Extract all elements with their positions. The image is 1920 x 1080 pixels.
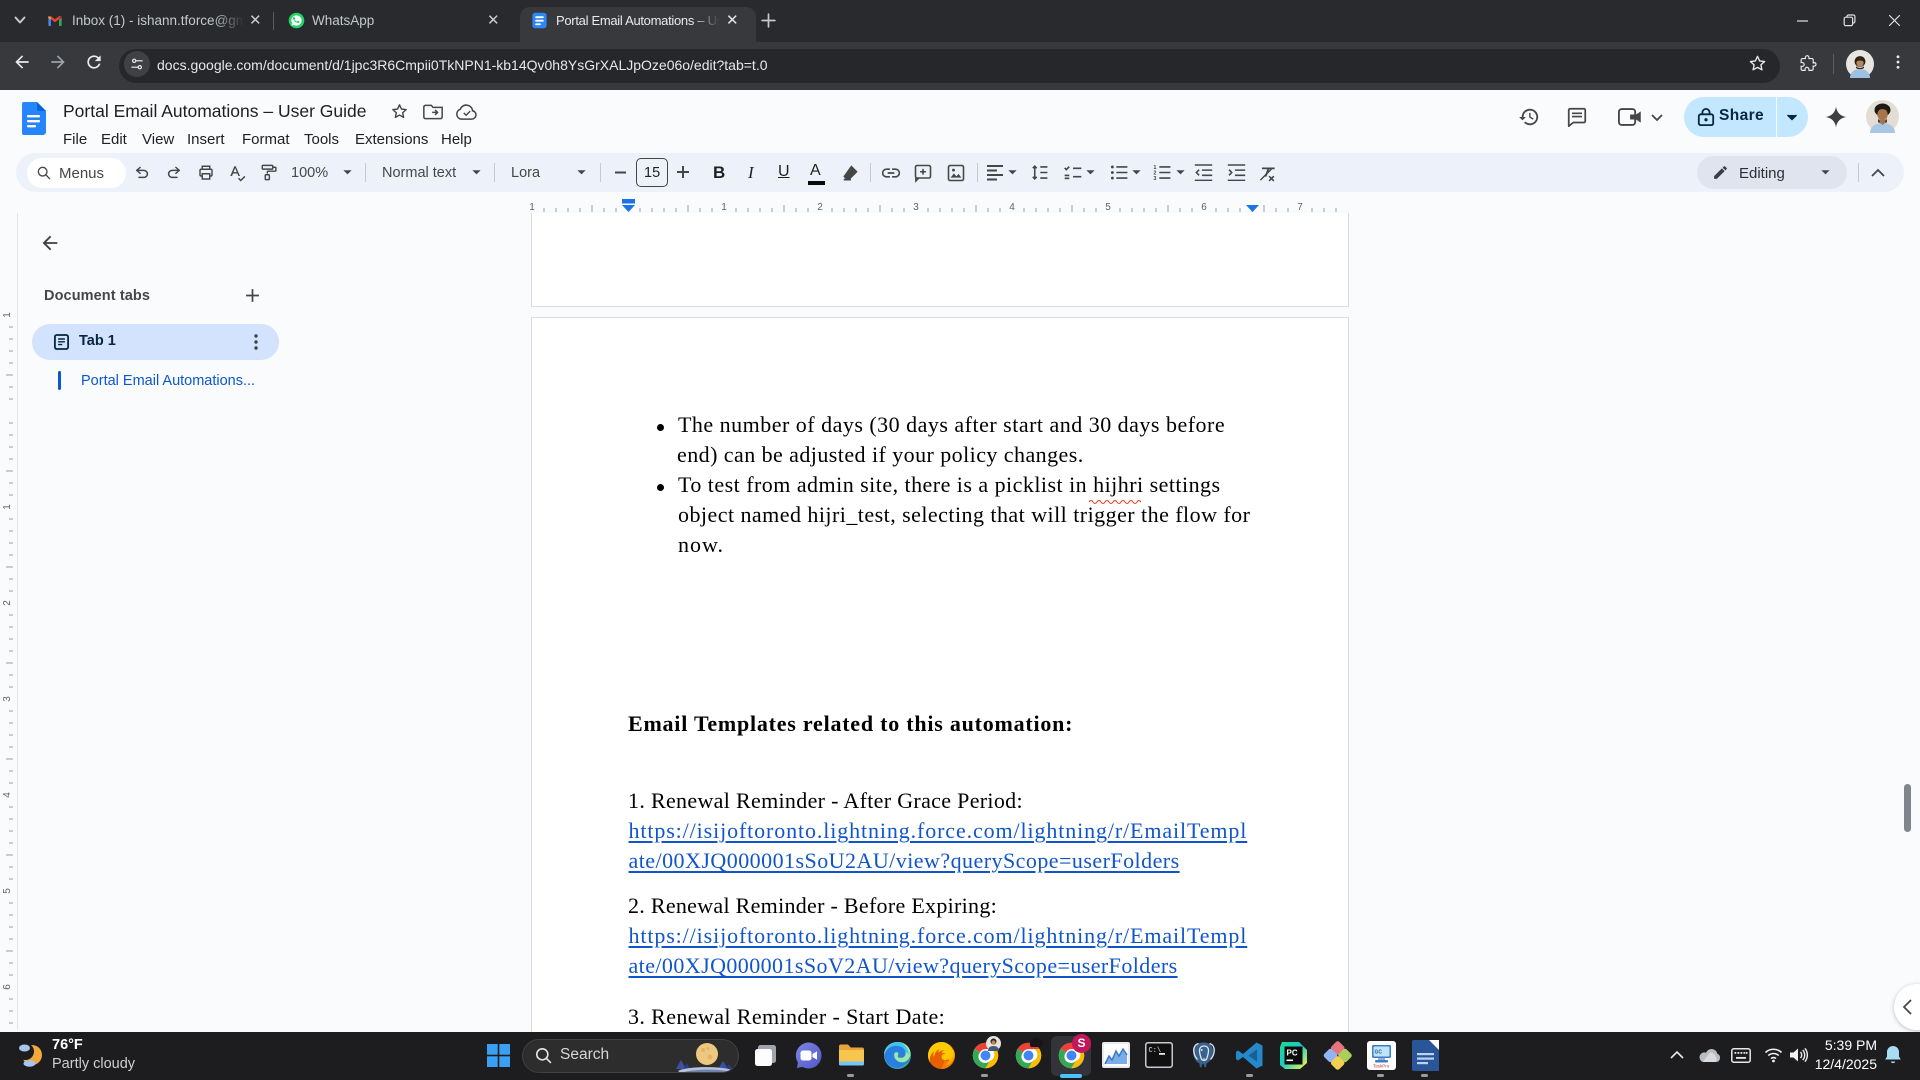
svg-text:4: 4 [2,792,13,798]
svg-text:PC: PC [1287,1049,1298,1058]
svg-text:6: 6 [2,984,13,990]
svg-text:3: 3 [1153,176,1156,181]
svg-text:6: 6 [1201,202,1207,213]
svg-text:1: 1 [721,202,727,213]
svg-text:3: 3 [913,202,919,213]
svg-text:5: 5 [1105,202,1111,213]
svg-text:7: 7 [1297,202,1303,213]
svg-text:1: 1 [2,312,13,318]
svg-text:5: 5 [2,888,13,894]
svg-text:TaskPro: TaskPro [1373,1064,1390,1069]
svg-text:2: 2 [2,600,13,606]
svg-text:3: 3 [2,696,13,702]
svg-text:4: 4 [1009,202,1015,213]
svg-text:2: 2 [817,202,823,213]
svg-text:GC: GC [1375,1050,1383,1056]
svg-text:1: 1 [2,504,13,510]
svg-text:1: 1 [529,202,535,213]
